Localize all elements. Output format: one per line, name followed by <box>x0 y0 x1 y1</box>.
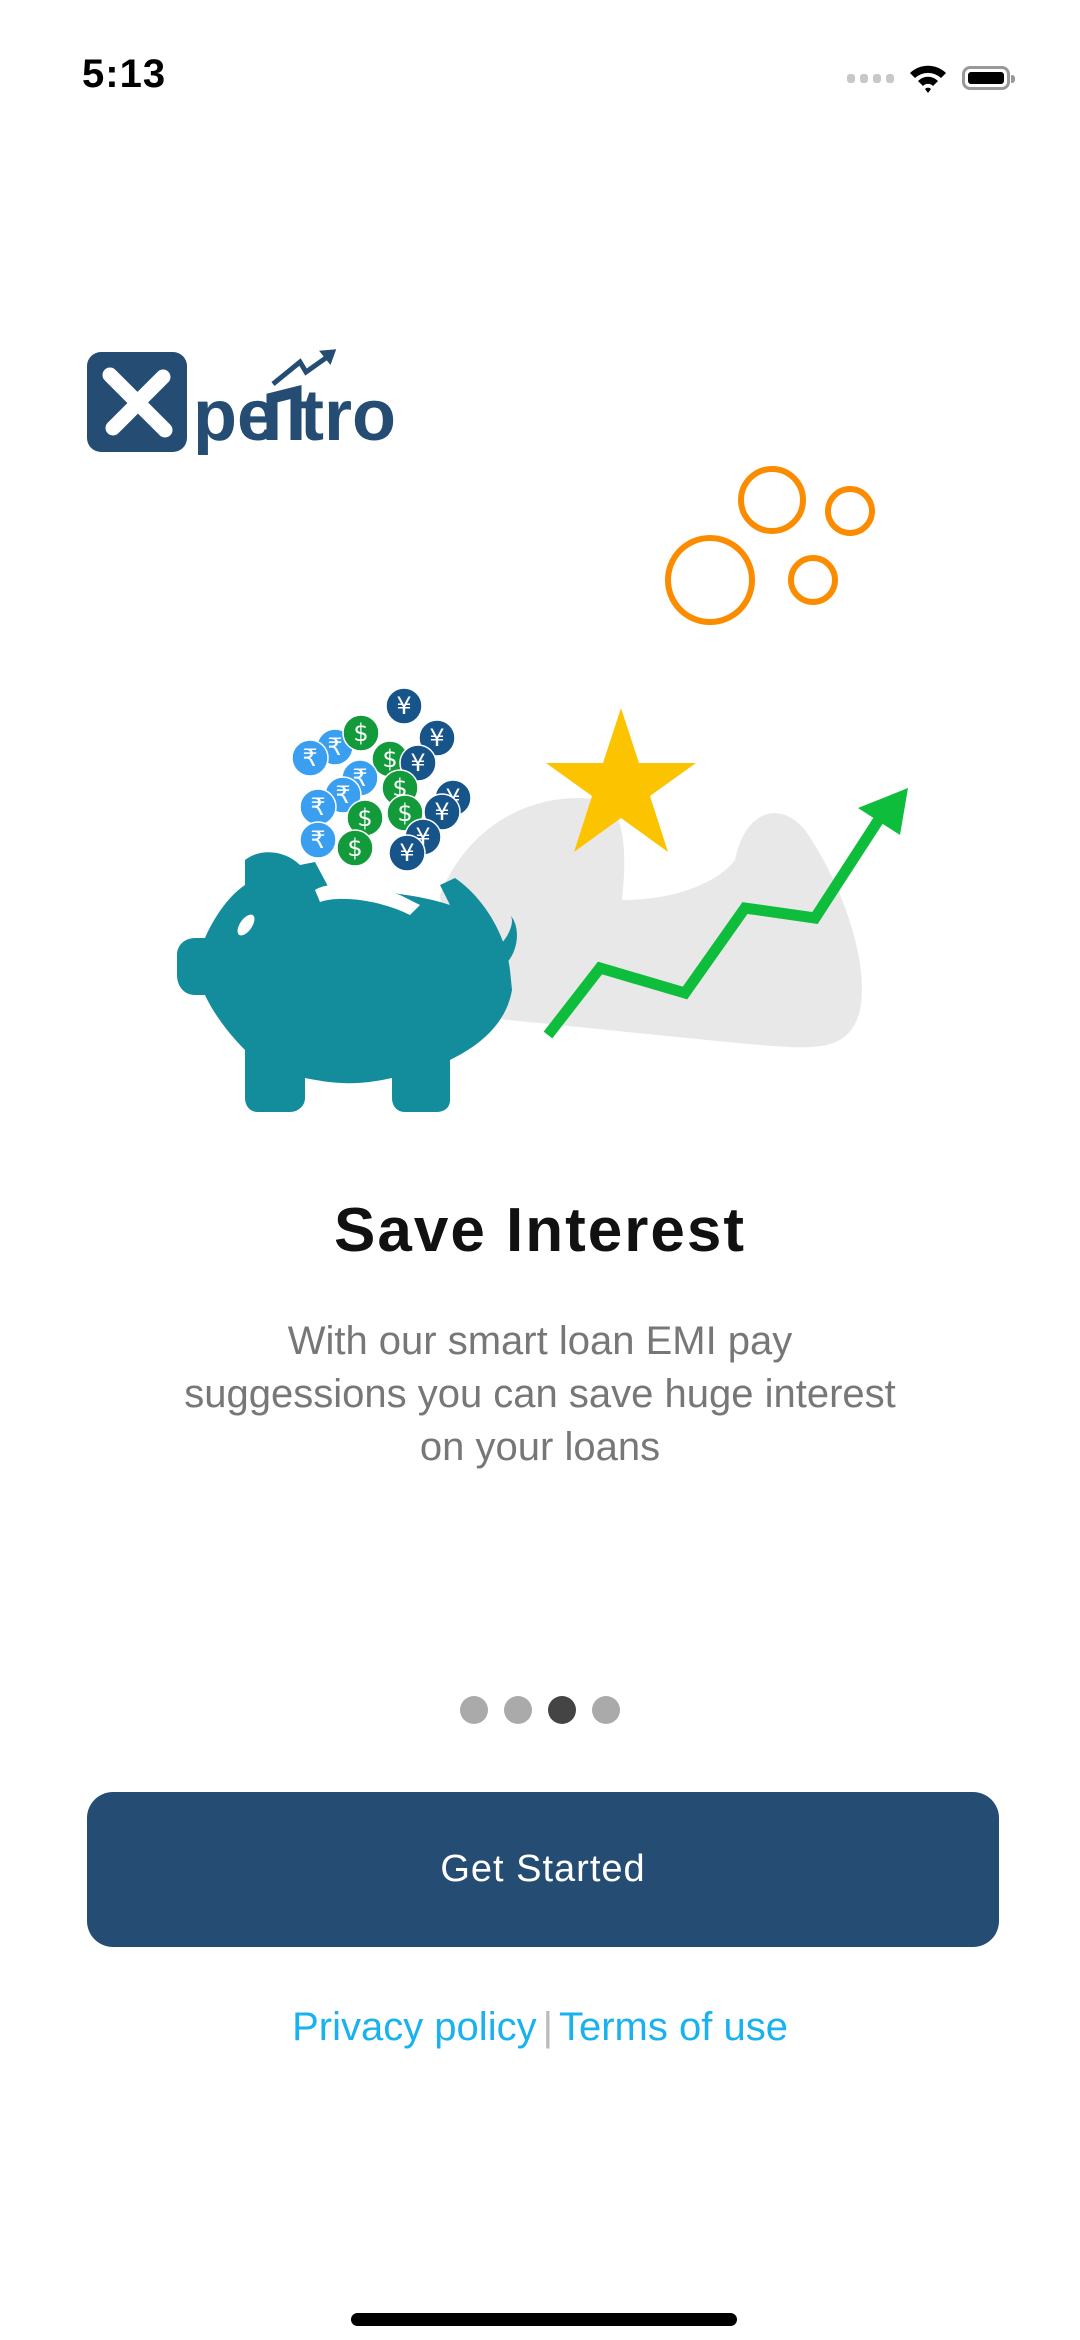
currency-symbol-icon: ¥ <box>429 724 444 752</box>
currency-symbol-icon: ₹ <box>310 793 325 821</box>
currency-symbol-icon: ¥ <box>410 749 425 777</box>
page-dot-3-active[interactable] <box>548 1696 576 1724</box>
currency-symbol-icon: ₹ <box>335 781 350 809</box>
page-dot-1[interactable] <box>460 1696 488 1724</box>
currency-symbol-icon: $ <box>357 804 372 832</box>
bubbles-decoration <box>665 466 875 625</box>
home-indicator[interactable] <box>351 2313 737 2326</box>
onboarding-description: With our smart loan EMI pay suggessions … <box>184 1319 896 1469</box>
privacy-policy-link[interactable]: Privacy policy <box>292 2005 537 2049</box>
page-dot-4[interactable] <box>592 1696 620 1724</box>
terms-of-use-link[interactable]: Terms of use <box>559 2005 788 2049</box>
page-indicator[interactable] <box>0 1696 1080 1724</box>
link-separator: | <box>542 2005 553 2049</box>
onboarding-title: Save Interest <box>334 1196 746 1265</box>
get-started-button[interactable]: Get Started <box>87 1792 999 1947</box>
currency-symbol-icon: ¥ <box>434 798 449 826</box>
xpentro-logo: pe tro <box>87 349 396 456</box>
currency-symbol-icon: ¥ <box>396 692 411 720</box>
piggy-bank-icon <box>177 852 517 1112</box>
currency-symbol-icon: ¥ <box>399 839 414 867</box>
page-dot-2[interactable] <box>504 1696 532 1724</box>
currency-symbol-icon: ₹ <box>302 744 317 772</box>
svg-text:tro: tro <box>300 376 396 456</box>
legal-links: Privacy policy | Terms of use <box>0 2005 1080 2050</box>
svg-text:pe: pe <box>193 376 277 456</box>
currency-symbol-icon: $ <box>397 799 412 827</box>
currency-symbol-icon: ₹ <box>327 733 342 761</box>
currency-symbol-icon: $ <box>347 834 362 862</box>
coins-decoration: ¥¥₹$₹$¥₹$₹₹¥¥$$¥₹$¥ <box>291 687 472 872</box>
currency-symbol-icon: ₹ <box>310 826 325 854</box>
currency-symbol-icon: $ <box>382 745 397 773</box>
onboarding-illustration: pe tro ¥¥₹$₹$¥₹$₹₹¥¥$$¥₹$¥ <box>87 349 908 1112</box>
currency-symbol-icon: $ <box>353 719 368 747</box>
